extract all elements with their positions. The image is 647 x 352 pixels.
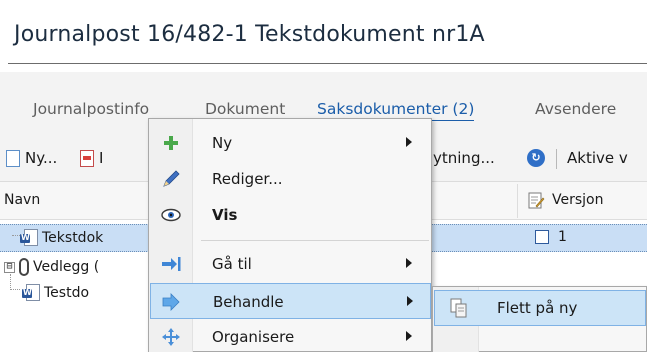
menu-label-ny: Ny (212, 134, 233, 152)
row-name-text: Testdo (44, 284, 90, 301)
tab-dokument[interactable]: Dokument (205, 100, 285, 118)
refresh-icon: ↻ (527, 149, 545, 167)
title-bar: Journalpost 16/482-1 Tekstdokument nr1A (0, 0, 647, 72)
title-divider (8, 63, 647, 64)
context-menu: Ny Rediger... Vis Gå til Behandle Organi… (148, 118, 432, 352)
new-document-icon (6, 149, 20, 167)
submenu-arrow-icon (406, 331, 412, 341)
tab-saksdokumenter[interactable]: Saksdokumenter (2) (317, 100, 475, 121)
column-separator (517, 184, 518, 218)
menu-item-rediger[interactable]: Rediger... (150, 161, 431, 197)
import-button[interactable]: I (80, 146, 103, 170)
collapse-icon[interactable]: ⊟ (4, 261, 15, 273)
version-checkbox[interactable] (535, 230, 549, 244)
menu-label-ga-til: Gå til (212, 255, 252, 273)
menu-item-organisere[interactable]: Organisere (150, 319, 431, 352)
refresh-button[interactable]: ↻ (527, 146, 545, 170)
process-arrow-icon (161, 292, 183, 312)
tree-connector (10, 274, 20, 290)
merge-icon (449, 297, 469, 319)
pencil-icon (160, 169, 182, 189)
row-name-text: Tekstdok (42, 229, 104, 246)
menu-label-vis: Vis (212, 206, 238, 224)
attachment-icon (19, 258, 29, 276)
page-title: Journalpost 16/482-1 Tekstdokument nr1A (14, 22, 485, 47)
active-versions-button[interactable]: Aktive v (567, 146, 628, 170)
menu-item-vis[interactable]: Vis (150, 197, 431, 233)
layout-button[interactable]: ytning... (433, 146, 495, 170)
row-name-text: Vedlegg ( (33, 259, 100, 275)
active-versions-label: Aktive v (567, 149, 628, 167)
row-name-cell: Tekstdok (20, 229, 104, 246)
column-header-version[interactable]: Versjon (552, 192, 603, 208)
import-label: I (99, 149, 104, 167)
menu-label-rediger: Rediger... (212, 170, 283, 188)
menu-item-ny[interactable]: Ny (150, 125, 431, 161)
layout-label: ytning... (433, 149, 495, 167)
row-name-cell: Testdo (22, 284, 90, 301)
new-document-button[interactable]: Ny... (6, 146, 57, 170)
column-header-name[interactable]: Navn (4, 192, 40, 208)
submenu-arrow-icon (406, 137, 412, 147)
move-icon (160, 327, 182, 347)
row-version-cell: 1 (535, 229, 567, 245)
toolbar-separator (556, 149, 557, 169)
menu-item-behandle[interactable]: Behandle (150, 283, 431, 319)
word-document-icon (20, 229, 38, 246)
submenu-arrow-icon (407, 296, 413, 306)
new-document-label: Ny... (25, 149, 58, 167)
menu-separator (201, 240, 429, 241)
menu-item-flett-pa-ny[interactable]: Flett på ny (434, 290, 646, 326)
goto-arrow-icon (160, 254, 182, 274)
row-version-text: 1 (558, 229, 567, 245)
word-document-icon (22, 284, 40, 301)
tab-avsendere[interactable]: Avsendere (535, 100, 616, 118)
menu-item-ga-til[interactable]: Gå til (150, 246, 431, 282)
menu-label-organisere: Organisere (212, 328, 295, 346)
eye-icon (160, 205, 182, 225)
submenu-arrow-icon (406, 258, 412, 268)
version-edit-icon (528, 192, 545, 209)
tree-connector (12, 235, 20, 236)
import-document-icon (80, 149, 94, 167)
menu-label-behandle: Behandle (213, 293, 284, 311)
submenu-behandle: Flett på ny (432, 286, 647, 352)
tab-journalpostinfo[interactable]: Journalpostinfo (33, 100, 149, 118)
plus-icon (160, 133, 182, 153)
menu-label-flett-pa-ny: Flett på ny (497, 299, 578, 317)
